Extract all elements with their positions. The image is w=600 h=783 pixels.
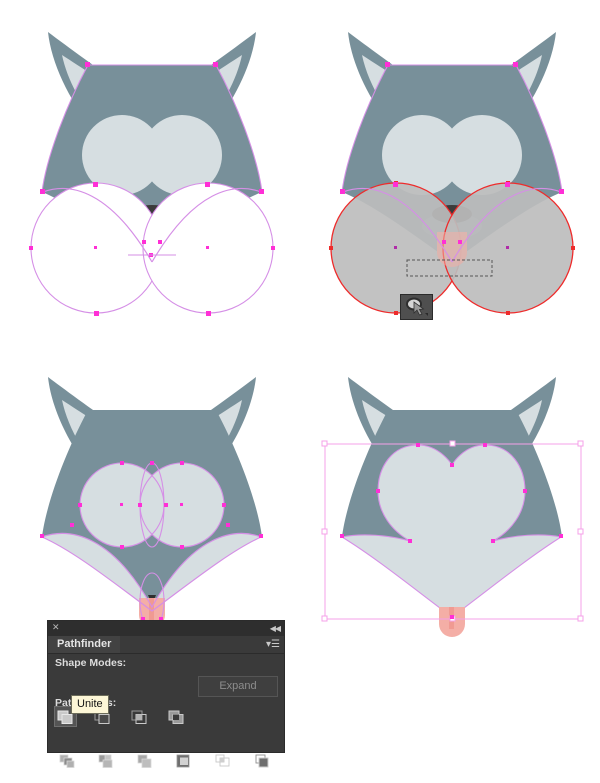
illustrator-artboard: ✕ ◀◀ Pathfinder ▾☰ Shape Modes: Expand U… bbox=[0, 0, 600, 783]
panel-titlebar: ✕ ◀◀ bbox=[48, 621, 284, 636]
figure-step-3 bbox=[40, 377, 263, 630]
intersect-icon bbox=[131, 710, 147, 724]
pathfinder-panel[interactable]: ✕ ◀◀ Pathfinder ▾☰ Shape Modes: Expand bbox=[47, 620, 285, 768]
shape-mode-exclude-button[interactable] bbox=[165, 706, 188, 727]
shape-mode-intersect-button[interactable] bbox=[128, 706, 151, 727]
expand-button[interactable]: Expand bbox=[198, 676, 278, 697]
unite-cursor-icon bbox=[401, 295, 432, 319]
outline-icon bbox=[215, 754, 230, 767]
pathfinder-divide-button[interactable] bbox=[56, 750, 79, 771]
figure-step-1 bbox=[29, 32, 275, 316]
panel-menu-icon[interactable]: ▾☰ bbox=[266, 638, 280, 651]
pathfinder-merge-button[interactable] bbox=[134, 750, 157, 771]
trim-icon bbox=[98, 754, 113, 768]
shape-modes-label: Shape Modes: bbox=[55, 657, 127, 669]
figure-step-2 bbox=[329, 32, 575, 315]
merge-icon bbox=[137, 754, 152, 768]
exclude-icon bbox=[168, 710, 184, 724]
tab-pathfinder[interactable]: Pathfinder bbox=[48, 636, 121, 653]
pathfinder-trim-button[interactable] bbox=[95, 750, 118, 771]
divide-icon bbox=[59, 754, 75, 768]
panel-tabbar: Pathfinder ▾☰ bbox=[48, 636, 284, 654]
unite-cursor-badge[interactable] bbox=[400, 294, 433, 320]
pathfinder-outline-button[interactable] bbox=[212, 750, 235, 771]
figure-step-4 bbox=[321, 377, 584, 637]
collapse-panel-icon[interactable]: ◀◀ bbox=[270, 622, 281, 635]
close-icon[interactable]: ✕ bbox=[52, 622, 60, 635]
unite-tooltip: Unite bbox=[71, 695, 109, 714]
pathfinder-crop-button[interactable] bbox=[173, 750, 196, 771]
pathfinder-minus-back-button[interactable] bbox=[251, 750, 274, 771]
minus-back-icon bbox=[255, 754, 269, 768]
crop-icon bbox=[176, 754, 190, 768]
